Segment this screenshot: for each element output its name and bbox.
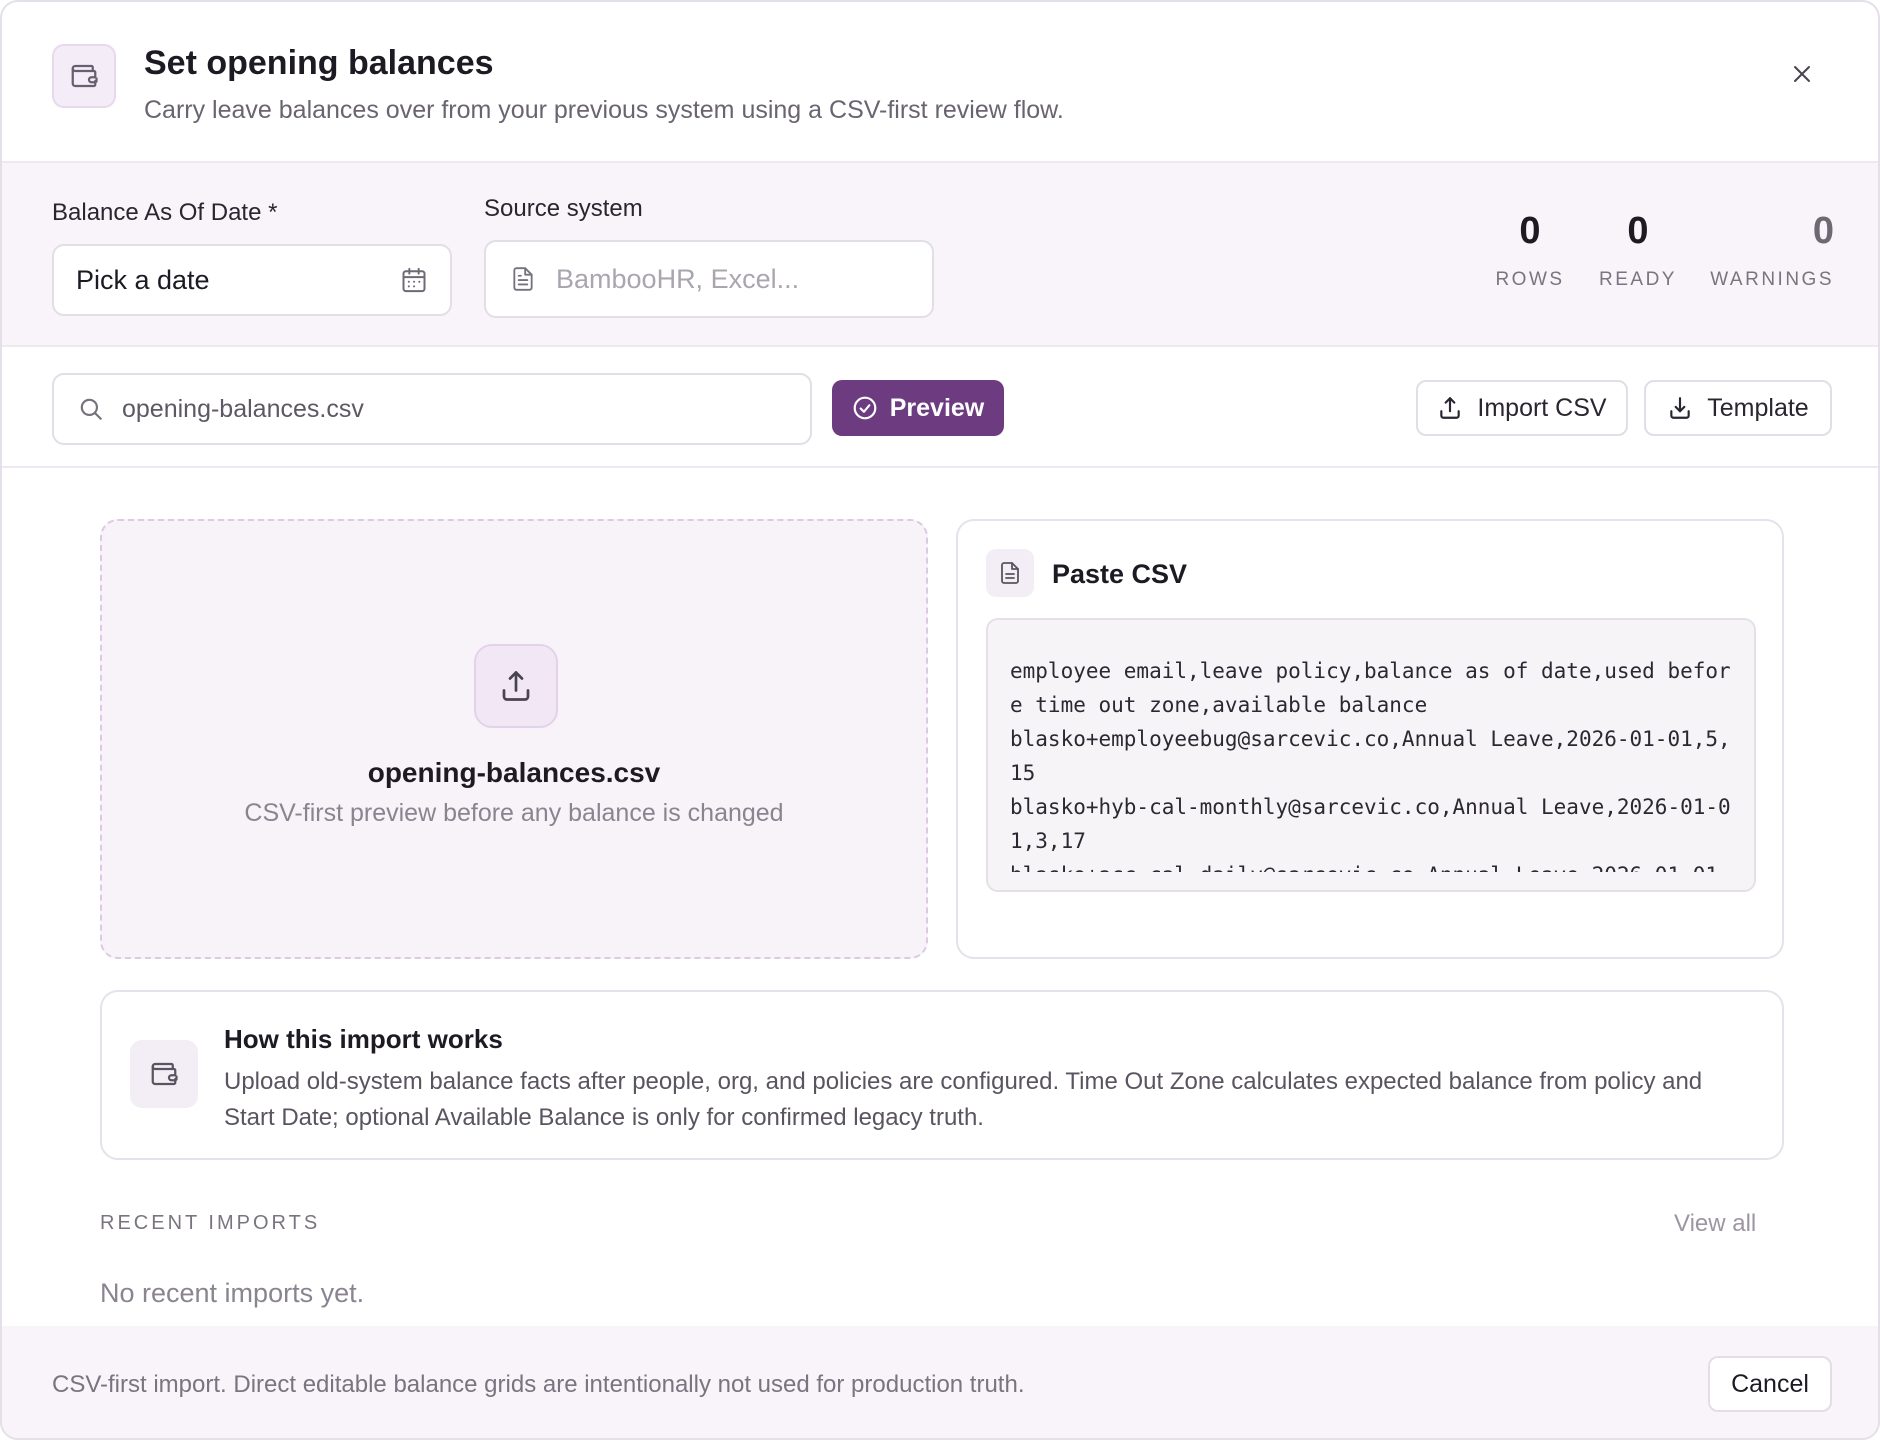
stat-label: ROWS [1495,269,1565,290]
opening-balances-dialog: Set opening balances Carry leave balance… [0,0,1880,1440]
stat-rows: 0 ROWS [1490,209,1570,291]
stat-label: READY [1599,269,1677,290]
source-label: Source system [484,195,643,222]
footer-note: CSV-first import. Direct editable balanc… [52,1371,1025,1398]
dialog-header: Set opening balances Carry leave balance… [2,2,1878,163]
preview-button[interactable]: Preview [832,380,1004,436]
info-body: Upload old-system balance facts after pe… [224,1068,1703,1131]
recent-imports-empty: No recent imports yet. [100,1278,365,1308]
dropzone-subtitle: CSV-first preview before any balance is … [244,799,784,827]
document-icon [513,267,533,291]
template-button[interactable]: Template [1644,380,1832,436]
paste-csv-card: Paste CSV employee email,leave policy,ba… [956,519,1784,959]
upload-icon [474,644,558,728]
stat-value: 0 [1519,210,1541,252]
close-button[interactable] [1784,56,1820,92]
preview-label: Preview [889,393,985,422]
csv-dropzone[interactable]: opening-balances.csv CSV-first preview b… [100,519,928,959]
wallet-icon [52,44,116,108]
paste-csv-title: Paste CSV [1052,559,1188,589]
stat-ready: 0 READY [1594,209,1682,291]
import-toolbar: opening-balances.csv Preview Import CSV … [2,347,1878,468]
source-system-input[interactable] [556,263,896,295]
upload-icon [1440,397,1461,419]
calendar-icon [402,267,426,293]
check-circle-icon [853,396,877,420]
date-value: Pick a date [76,264,210,295]
import-settings: Balance As Of Date * Pick a date Source … [2,163,1878,347]
cancel-button[interactable]: Cancel [1708,1356,1832,1412]
file-name-text: opening-balances.csv [122,394,364,423]
file-search-field[interactable]: opening-balances.csv [52,373,812,445]
import-csv-button[interactable]: Import CSV [1416,380,1628,436]
download-icon [1670,397,1691,419]
stat-value: 0 [1627,210,1649,252]
dropzone-file-name: opening-balances.csv [367,757,661,788]
date-label: Balance As Of Date * [52,199,278,226]
search-icon [80,398,102,420]
import-info-card: How this import works Upload old-system … [100,990,1784,1160]
info-title: How this import works [224,1024,503,1054]
dialog-title: Set opening balances [144,44,494,82]
stat-warnings: 0 WARNINGS [1708,209,1834,291]
view-all-link[interactable]: View all [1674,1210,1756,1238]
document-icon [986,549,1034,597]
wallet-icon [130,1040,198,1108]
stat-label: WARNINGS [1710,269,1834,290]
dialog-footer: CSV-first import. Direct editable balanc… [2,1326,1878,1438]
recent-imports-heading: RECENT IMPORTS [100,1212,321,1234]
stat-value: 0 [1812,210,1834,252]
template-label: Template [1707,393,1809,422]
import-csv-label: Import CSV [1477,393,1607,422]
csv-content: employee email,leave policy,balance as o… [1010,659,1731,887]
csv-textarea[interactable]: employee email,leave policy,balance as o… [986,618,1756,892]
source-system-field[interactable] [484,240,934,318]
close-icon [1794,66,1810,82]
balance-date-picker[interactable]: Pick a date [52,244,452,316]
dialog-subtitle: Carry leave balances over from your prev… [144,96,1064,124]
